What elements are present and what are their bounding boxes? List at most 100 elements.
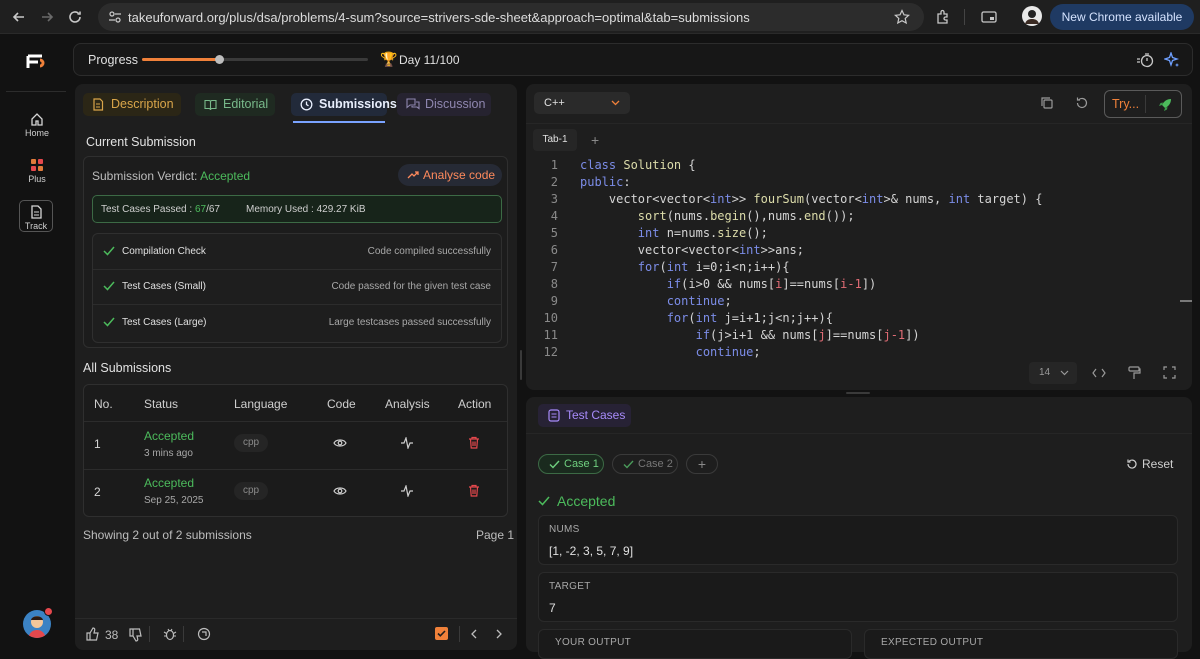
test-cases-label: Test Cases Passed : bbox=[101, 204, 193, 215]
reload-icon[interactable] bbox=[66, 8, 84, 26]
row-time: Sep 25, 2025 bbox=[144, 495, 204, 506]
activity-icon[interactable] bbox=[400, 437, 414, 449]
tab-label: Submissions bbox=[319, 97, 397, 111]
site-settings-icon[interactable] bbox=[108, 10, 122, 24]
add-case-button[interactable]: + bbox=[686, 454, 718, 474]
profile-avatar[interactable] bbox=[1022, 6, 1042, 26]
verdict-card: Submission Verdict: Accepted Analyse cod… bbox=[83, 156, 508, 348]
reset-label: Reset bbox=[1142, 457, 1174, 471]
check-name: Test Cases (Small) bbox=[122, 281, 206, 292]
bookmark-star-icon[interactable] bbox=[894, 9, 910, 25]
try-label: Try... bbox=[1112, 97, 1140, 111]
sidebar-item-plus[interactable]: Plus bbox=[20, 156, 54, 184]
column-header: Status bbox=[144, 397, 179, 411]
tab-submissions[interactable]: Submissions bbox=[291, 93, 397, 116]
your-output-label: YOUR OUTPUT bbox=[555, 637, 632, 648]
check-icon bbox=[538, 496, 550, 506]
chevron-down-icon bbox=[611, 100, 620, 106]
horizontal-resize-handle[interactable] bbox=[846, 392, 870, 394]
your-output-field: YOUR OUTPUT bbox=[538, 629, 852, 659]
activity-icon[interactable] bbox=[400, 485, 414, 497]
nums-label: NUMS bbox=[549, 524, 580, 535]
track-doc-icon bbox=[20, 203, 52, 221]
column-header: Analysis bbox=[385, 397, 430, 411]
ai-sparkle-icon[interactable] bbox=[1164, 52, 1180, 68]
check-icon bbox=[623, 460, 634, 469]
test-cases-panel: Test Cases Case 1 Case 2 + Reset Accepte… bbox=[526, 397, 1192, 659]
check-name: Compilation Check bbox=[122, 246, 206, 257]
submissions-summary: Showing 2 out of 2 submissions bbox=[83, 528, 252, 542]
language-select[interactable]: C++ bbox=[534, 92, 630, 114]
bug-icon[interactable] bbox=[163, 627, 177, 641]
copy-icon[interactable] bbox=[1040, 96, 1054, 110]
divider bbox=[149, 626, 150, 642]
language-select-value: C++ bbox=[544, 97, 565, 109]
thumbs-down-icon[interactable] bbox=[129, 628, 143, 642]
progress-bar-header: Progress 🏆 Day 11/100 bbox=[73, 43, 1193, 76]
format-paint-icon[interactable] bbox=[1127, 366, 1141, 380]
chevron-left-icon[interactable] bbox=[470, 629, 478, 639]
target-value[interactable]: 7 bbox=[549, 601, 556, 615]
trash-icon[interactable] bbox=[468, 484, 480, 497]
font-size-select[interactable]: 14 bbox=[1029, 362, 1077, 384]
test-cases-total: /67 bbox=[206, 204, 220, 215]
like-count: 38 bbox=[105, 628, 119, 642]
chevron-right-icon[interactable] bbox=[495, 629, 503, 639]
discussion-icon bbox=[406, 98, 420, 111]
test-cases-tab[interactable]: Test Cases bbox=[538, 404, 631, 427]
submissions-table: No. Status Language Code Analysis Action… bbox=[83, 384, 508, 517]
eye-icon[interactable] bbox=[333, 438, 347, 448]
fullscreen-icon[interactable] bbox=[1163, 366, 1176, 379]
editor-tab-1[interactable]: Tab-1 bbox=[533, 129, 577, 151]
tab-discussion[interactable]: Discussion bbox=[397, 93, 491, 116]
check-icon bbox=[103, 281, 115, 291]
clock-icon bbox=[300, 98, 313, 111]
case-2-button[interactable]: Case 2 bbox=[612, 454, 678, 474]
progress-knob bbox=[214, 55, 224, 64]
tab-description[interactable]: Description bbox=[83, 93, 181, 116]
nums-value[interactable]: [1, -2, 3, 5, 7, 9] bbox=[549, 544, 633, 558]
address-bar[interactable]: takeuforward.org/plus/dsa/problems/4-sum… bbox=[98, 3, 924, 31]
row-status: Accepted bbox=[144, 476, 195, 490]
share-icon[interactable] bbox=[197, 627, 211, 641]
reset-icon bbox=[1126, 458, 1138, 470]
mark-done-checkbox[interactable] bbox=[435, 627, 448, 640]
extensions-icon[interactable] bbox=[934, 8, 952, 26]
table-row[interactable]: 2 Accepted Sep 25, 2025 cpp bbox=[84, 470, 507, 516]
list-item: Test Cases (Small) Code passed for the g… bbox=[93, 270, 501, 303]
code-content: class Solution { public: vector<vector<i… bbox=[580, 158, 1043, 358]
timer-icon[interactable] bbox=[1136, 52, 1154, 68]
table-header: No. Status Language Code Analysis Action bbox=[84, 385, 507, 421]
new-chrome-available-button[interactable]: New Chrome available bbox=[1050, 4, 1194, 30]
brand-logo[interactable] bbox=[26, 54, 48, 70]
test-cases-title: Test Cases bbox=[566, 408, 626, 422]
eye-icon[interactable] bbox=[333, 486, 347, 496]
case-1-button[interactable]: Case 1 bbox=[538, 454, 604, 474]
code-brackets-icon[interactable] bbox=[1092, 367, 1106, 379]
sidebar-item-track[interactable]: Track bbox=[19, 200, 53, 232]
scrollbar-thumb[interactable] bbox=[1180, 300, 1192, 302]
case-status: Accepted bbox=[538, 493, 615, 509]
tab-editorial[interactable]: Editorial bbox=[195, 93, 275, 116]
thumbs-up-icon[interactable] bbox=[86, 627, 100, 641]
table-row[interactable]: 1 Accepted 3 mins ago cpp bbox=[84, 422, 507, 469]
code-area[interactable]: 1 2 3 4 5 6 7 8 9 10 11 12 class Solutio… bbox=[526, 156, 1186, 358]
vertical-resize-handle[interactable] bbox=[520, 350, 522, 380]
sidebar-divider bbox=[6, 91, 66, 92]
reset-button[interactable]: Reset bbox=[1126, 457, 1173, 471]
try-run-button[interactable]: Try... bbox=[1104, 90, 1182, 118]
verdict-row: Submission Verdict: Accepted bbox=[92, 169, 250, 183]
trash-icon[interactable] bbox=[468, 436, 480, 449]
sidebar-item-home[interactable]: Home bbox=[20, 110, 54, 138]
forward-icon[interactable] bbox=[38, 8, 56, 26]
add-tab-icon[interactable]: + bbox=[591, 133, 599, 147]
case-label: Case 1 bbox=[564, 458, 599, 470]
expected-output-label: EXPECTED OUTPUT bbox=[881, 637, 984, 648]
cast-icon[interactable] bbox=[980, 8, 998, 26]
analyse-code-button[interactable]: Analyse code bbox=[398, 164, 502, 186]
active-tab-indicator bbox=[293, 121, 385, 123]
back-icon[interactable] bbox=[10, 8, 28, 26]
target-label: TARGET bbox=[549, 581, 591, 592]
case-status-label: Accepted bbox=[557, 493, 616, 509]
reset-code-icon[interactable] bbox=[1075, 96, 1089, 110]
